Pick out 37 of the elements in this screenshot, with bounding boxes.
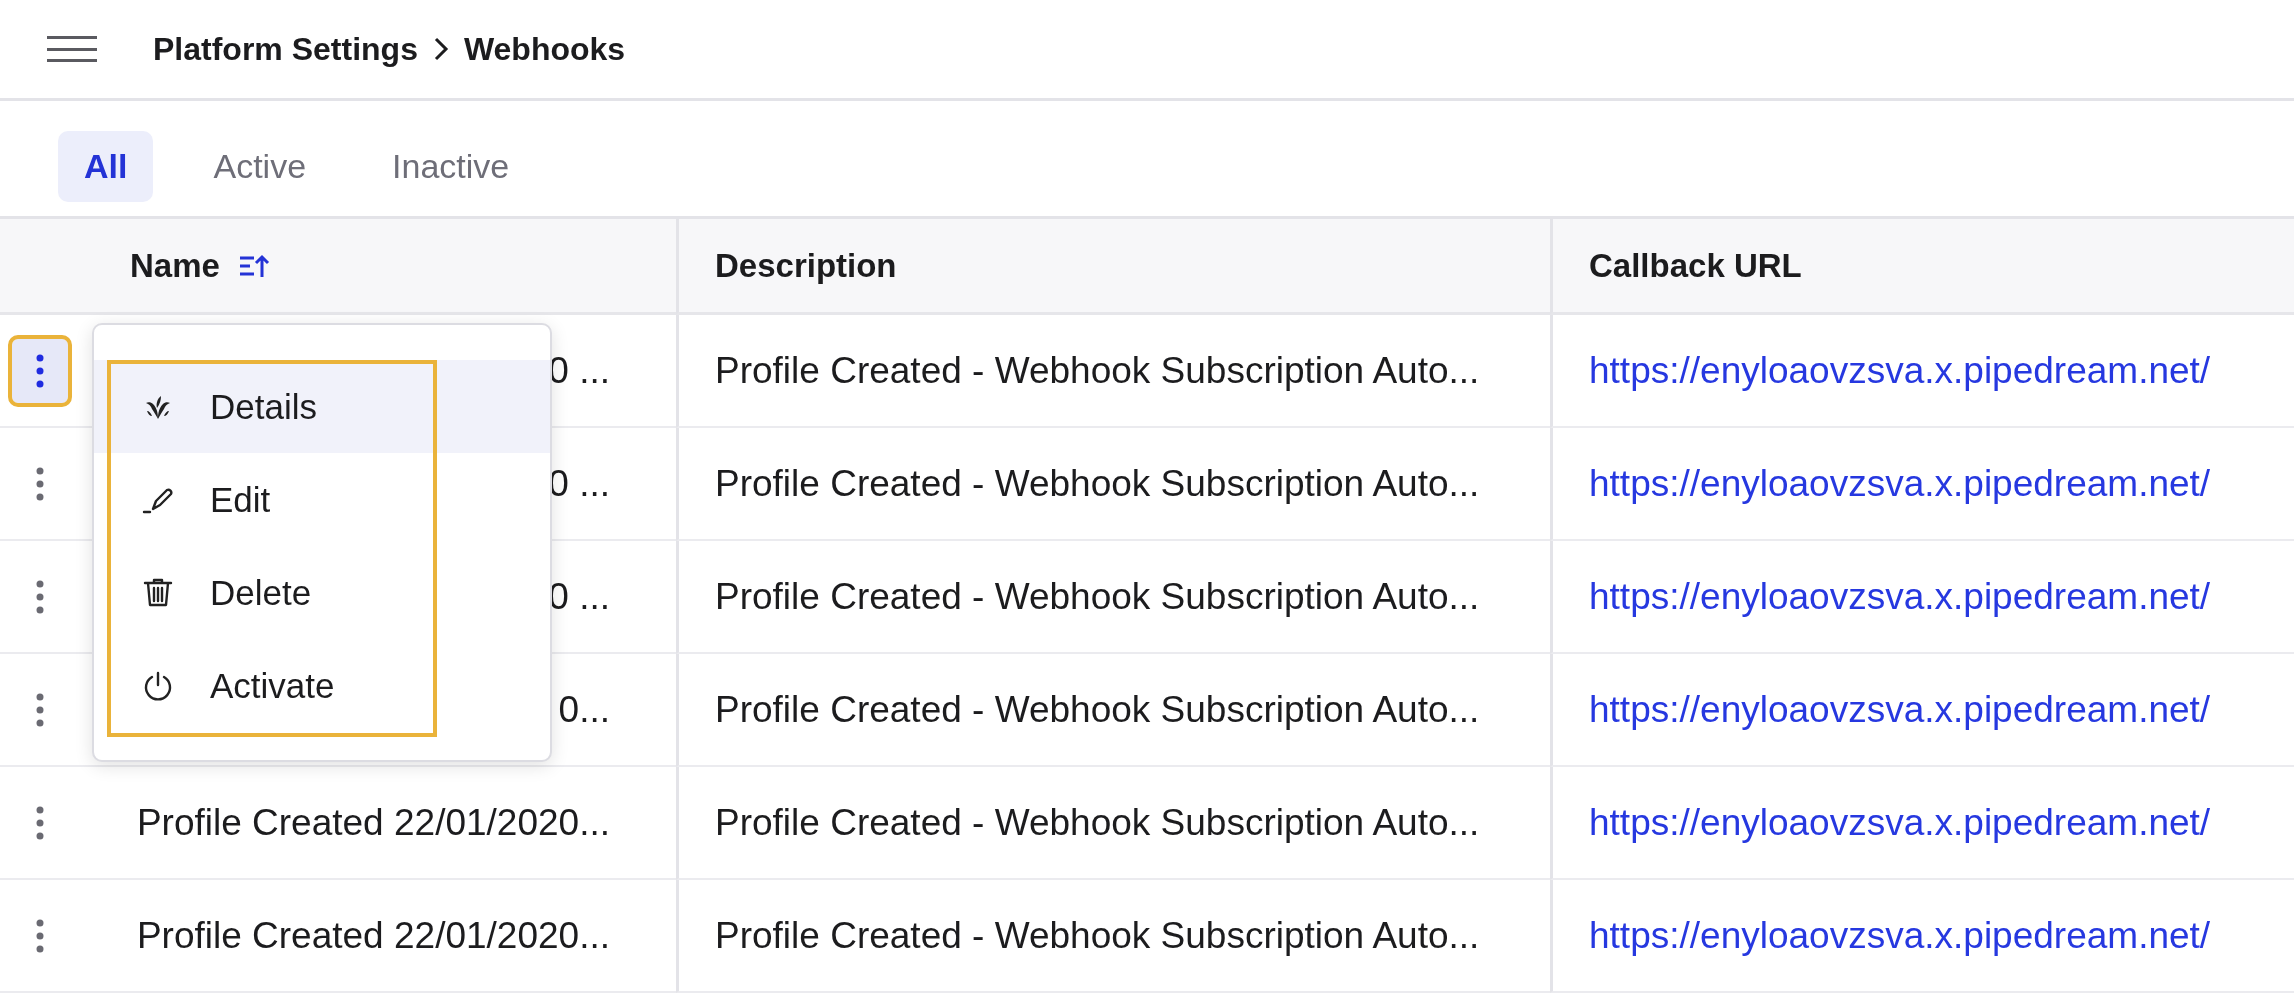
vertical-dots-icon — [35, 804, 45, 841]
vertical-dots-icon — [35, 352, 45, 389]
callback-url-link[interactable]: https://enyloaovzsva.x.pipedream.net/ — [1589, 462, 2211, 505]
filter-tab[interactable]: Active — [187, 131, 333, 202]
table-cell: Profile Created - Webhook Subscription Auto... — [715, 801, 1480, 844]
table-cell: Profile Created - Webhook Subscription Auto... — [715, 575, 1480, 618]
vertical-dots-icon — [35, 691, 45, 728]
callback-url-link[interactable]: https://enyloaovzsva.x.pipedream.net/ — [1589, 575, 2211, 618]
table-cell: Profile Created 22/01/2020... — [136, 801, 610, 844]
sort-ascending-icon[interactable] — [237, 252, 270, 279]
table-cell: 0... — [558, 688, 610, 731]
menu-item[interactable]: Details — [94, 360, 550, 453]
vertical-dots-icon — [35, 578, 45, 615]
menu-item[interactable]: Delete — [94, 546, 550, 639]
menu-button[interactable] — [47, 36, 97, 62]
column-header: Description — [715, 246, 897, 285]
column-header: Callback URL — [1589, 246, 1802, 285]
column-header: Name — [130, 246, 220, 285]
table-cell: Profile Created 22/01/2020... — [136, 914, 610, 957]
callback-url-link[interactable]: https://enyloaovzsva.x.pipedream.net/ — [1589, 801, 2211, 844]
table-cell: Profile Created - Webhook Subscription Auto... — [715, 688, 1480, 731]
menu-item[interactable]: Edit — [94, 453, 550, 546]
breadcrumb-item: Webhooks — [463, 30, 626, 68]
power-icon — [142, 669, 174, 702]
callback-url-link[interactable]: https://enyloaovzsva.x.pipedream.net/ — [1589, 688, 2211, 731]
table-cell: Profile Created - Webhook Subscription Auto... — [715, 914, 1480, 957]
callback-url-link[interactable]: https://enyloaovzsva.x.pipedream.net/ — [1589, 349, 2211, 392]
filter-tab[interactable]: Inactive — [366, 131, 536, 202]
trash-icon — [142, 576, 174, 609]
menu-item[interactable]: Activate — [94, 639, 550, 732]
vertical-dots-icon — [35, 465, 45, 502]
vertical-dots-icon — [35, 917, 45, 954]
table-cell: Profile Created - Webhook Subscription Auto... — [715, 462, 1480, 505]
callback-url-link[interactable]: https://enyloaovzsva.x.pipedream.net/ — [1589, 914, 2211, 957]
breadcrumb-item[interactable]: Platform Settings — [153, 30, 418, 68]
filter-tab[interactable]: All — [58, 131, 154, 202]
table-cell: Profile Created - Webhook Subscription Auto... — [715, 349, 1480, 392]
